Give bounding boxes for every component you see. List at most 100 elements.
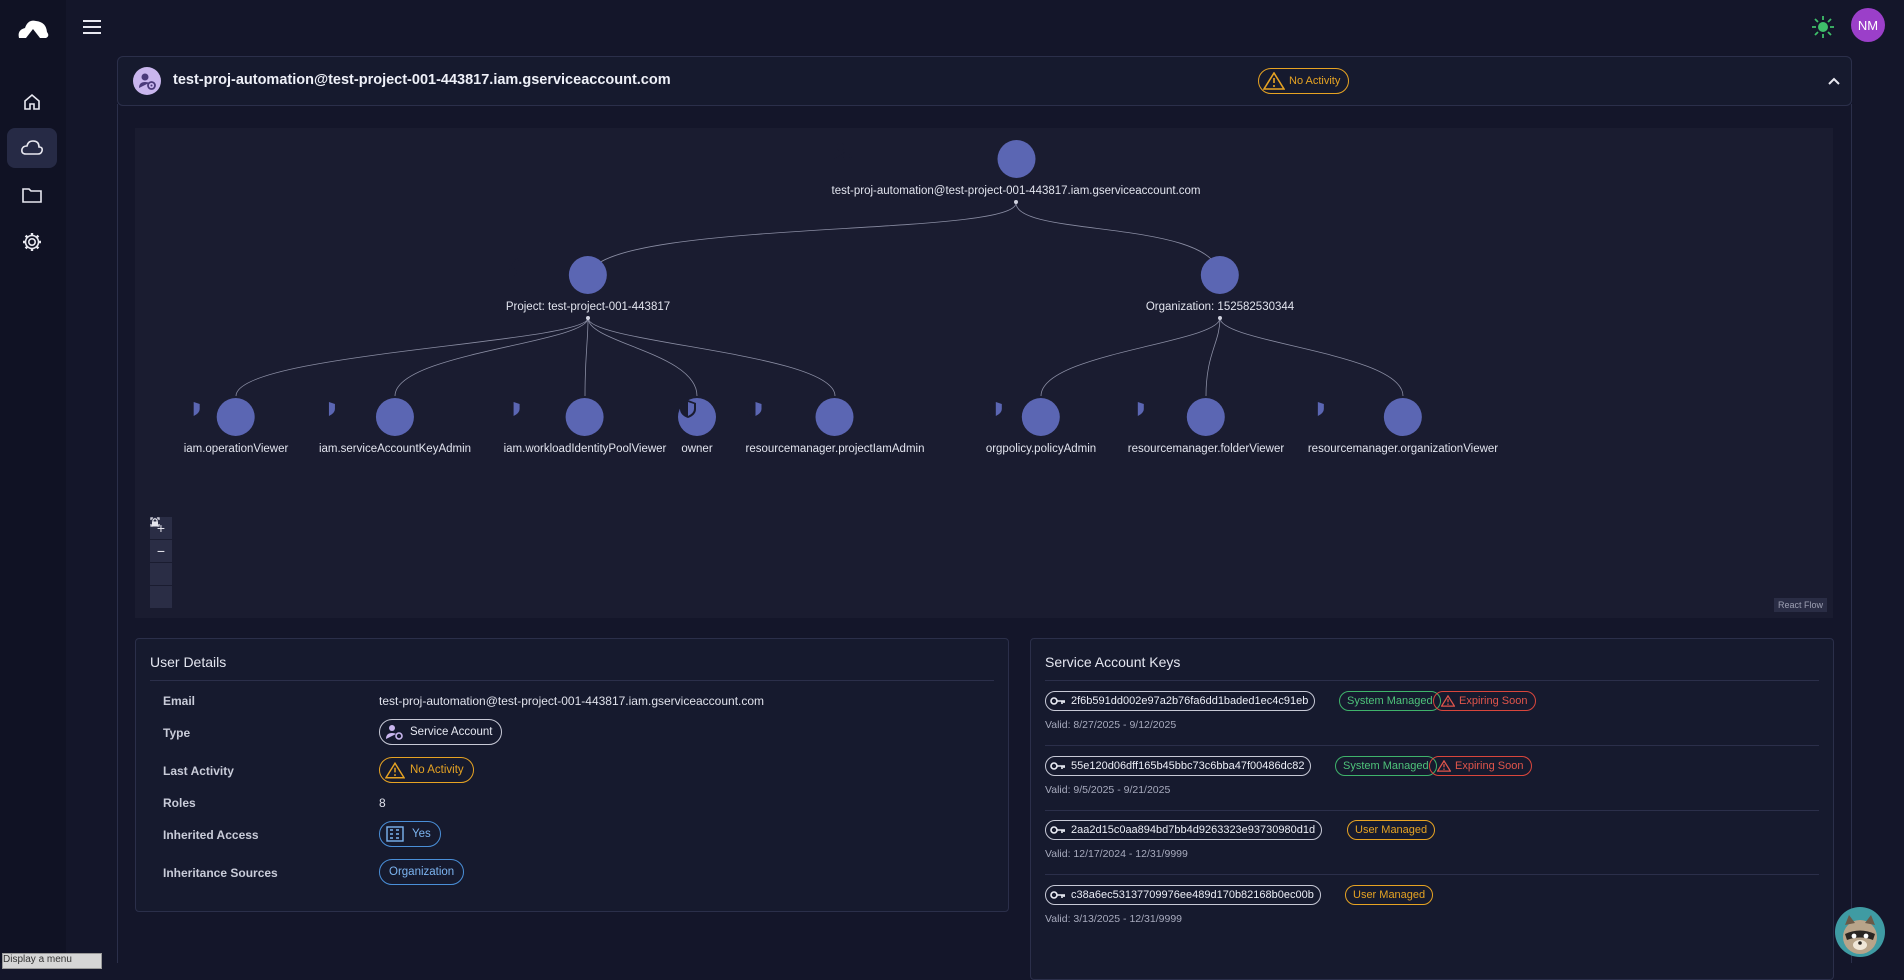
shield-icon <box>747 400 764 418</box>
hamburger-menu-icon[interactable] <box>80 16 104 38</box>
access-graph[interactable]: test-proj-automation@test-project-001-44… <box>135 128 1833 618</box>
fit-view-button[interactable] <box>150 517 172 586</box>
graph-node-label: iam.workloadIdentityPoolViewer <box>503 443 667 455</box>
key-icon <box>1050 697 1065 705</box>
managed-tag: User Managed <box>1347 820 1436 840</box>
key-icon <box>1050 762 1065 770</box>
shield-icon <box>987 400 1004 418</box>
nav-folder[interactable] <box>7 175 57 215</box>
menu-tooltip: Display a menu <box>2 953 102 969</box>
service-account-icon <box>133 67 161 95</box>
key-validity: Valid: 9/5/2025 - 9/21/2025 <box>1045 784 1171 796</box>
graph-node-label: iam.serviceAccountKeyAdmin <box>318 443 472 455</box>
nav-home[interactable] <box>7 82 57 122</box>
type-value: Service Account <box>410 726 493 738</box>
key-id-chip[interactable]: 2aa2d15c0aa894bd7bb4d9263323e93730980d1d <box>1045 820 1323 840</box>
graph-node-label: Organization: 152582530344 <box>1145 301 1295 313</box>
type-badge: Service Account <box>379 719 503 745</box>
graph-node-role[interactable]: orgpolicy.policyAdmin <box>986 398 1096 455</box>
key-row: 2aa2d15c0aa894bd7bb4d9263323e93730980d1d… <box>1045 810 1819 875</box>
inheritance-source-badge: Organization <box>379 859 465 885</box>
graph-node-label: owner <box>681 443 713 455</box>
lock-button[interactable] <box>150 518 172 609</box>
graph-node-role[interactable]: resourcemanager.projectIamAdmin <box>745 398 925 455</box>
user-avatar[interactable]: NM <box>1851 8 1885 42</box>
service-account-keys-panel: Service Account Keys 2f6b591dd002e97a2b7… <box>1030 638 1834 980</box>
graph-node-project[interactable]: Project: test-project-001-443817 <box>506 256 670 313</box>
react-flow-attribution[interactable]: React Flow <box>1773 598 1827 612</box>
graph-node-role[interactable]: owner <box>678 398 716 455</box>
key-id-chip[interactable]: c38a6ec53137709976ee489d170b82168b0ec00b <box>1045 885 1321 905</box>
theme-toggle-sun-icon[interactable] <box>1810 14 1836 40</box>
graph-node-role[interactable]: resourcemanager.folderViewer <box>1128 398 1284 455</box>
user-details-panel: User Details Email test-proj-automation@… <box>135 638 1009 912</box>
nav-settings[interactable] <box>7 222 57 262</box>
graph-node-root[interactable]: test-proj-automation@test-project-001-44… <box>832 140 1201 197</box>
key-row: 55e120d06dff165b45bbc73c6bba47f00486dc82… <box>1045 746 1819 811</box>
activity-badge-label: No Activity <box>1289 75 1341 87</box>
nav-cloud[interactable] <box>7 128 57 168</box>
shapes-icon <box>508 258 526 276</box>
graph-node-role[interactable]: resourcemanager.organizationViewer <box>1308 398 1498 455</box>
graph-node-label: test-proj-automation@test-project-001-44… <box>831 185 1201 197</box>
folder-icon <box>22 188 42 203</box>
graph-node-label: resourcemanager.folderViewer <box>1127 443 1285 455</box>
home-icon <box>24 93 40 110</box>
sidebar <box>0 0 66 963</box>
cloud-icon <box>21 140 43 155</box>
account-header[interactable]: test-proj-automation@test-project-001-44… <box>117 56 1852 106</box>
key-icon <box>1050 891 1065 899</box>
expiring-label: Expiring Soon <box>1459 695 1528 707</box>
warning-icon <box>1263 72 1285 90</box>
graph-edges <box>235 200 1404 397</box>
zoom-out-button[interactable]: − <box>150 540 172 563</box>
assistant-mascot-button[interactable] <box>1835 907 1885 957</box>
inherited-access-badge: Yes <box>379 821 441 847</box>
managed-tag: System Managed <box>1339 691 1441 711</box>
building-icon <box>1146 259 1167 276</box>
key-validity: Valid: 8/27/2025 - 9/12/2025 <box>1045 719 1177 731</box>
building-icon <box>386 826 404 842</box>
panel-title: User Details <box>150 654 227 670</box>
graph-node-role[interactable]: iam.operationViewer <box>183 398 289 455</box>
shield-icon <box>1129 400 1146 418</box>
warning-icon <box>1441 695 1455 707</box>
key-id-chip[interactable]: 55e120d06dff165b45bbc73c6bba47f00486dc82 <box>1045 756 1312 776</box>
key-row: 2f6b591dd002e97a2b76fa6dd1baded1ec4c91eb… <box>1045 681 1819 746</box>
last-activity-label: Last Activity <box>163 764 234 778</box>
graph-node-role[interactable]: iam.serviceAccountKeyAdmin <box>319 398 471 455</box>
graph-node-label: resourcemanager.projectIamAdmin <box>745 443 925 455</box>
raccoon-mascot-icon <box>1843 915 1877 954</box>
key-id-chip[interactable]: 2f6b591dd002e97a2b76fa6dd1baded1ec4c91eb <box>1045 691 1316 711</box>
expiring-label: Expiring Soon <box>1455 760 1524 772</box>
key-row: c38a6ec53137709976ee489d170b82168b0ec00b… <box>1045 875 1819 939</box>
graph-node-organization[interactable]: Organization: 152582530344 <box>1146 256 1294 313</box>
divider <box>150 680 994 681</box>
roles-value: 8 <box>379 796 386 810</box>
cloud-logo-icon[interactable] <box>16 16 50 42</box>
type-label: Type <box>163 726 191 740</box>
graph-node-label: iam.operationViewer <box>183 443 289 455</box>
last-activity-badge: No Activity <box>379 757 474 783</box>
expiring-tag: Expiring Soon <box>1429 756 1532 776</box>
graph-node-role[interactable]: iam.workloadIdentityPoolViewer <box>503 398 667 455</box>
shield-icon <box>680 400 696 418</box>
key-id: c38a6ec53137709976ee489d170b82168b0ec00b <box>1071 889 1314 901</box>
email-label: Email <box>163 694 196 708</box>
warning-icon <box>1437 760 1451 772</box>
inherited-access-value: Yes <box>412 828 431 840</box>
warning-icon <box>385 761 405 778</box>
shield-icon <box>505 400 522 418</box>
service-account-icon <box>386 725 403 740</box>
managed-tag: System Managed <box>1335 756 1437 776</box>
shield-icon <box>185 400 202 418</box>
inherited-access-label: Inherited Access <box>163 828 259 842</box>
graph-node-label: resourcemanager.organizationViewer <box>1307 443 1499 455</box>
key-id: 2aa2d15c0aa894bd7bb4d9263323e93730980d1d <box>1071 824 1316 836</box>
shield-icon <box>320 400 337 418</box>
chevron-up-icon[interactable] <box>1824 71 1844 91</box>
account-title: test-proj-automation@test-project-001-44… <box>173 72 671 88</box>
email-value: test-proj-automation@test-project-001-44… <box>379 694 765 708</box>
graph-node-label: Project: test-project-001-443817 <box>505 301 671 313</box>
inheritance-sources-label: Inheritance Sources <box>163 866 278 880</box>
